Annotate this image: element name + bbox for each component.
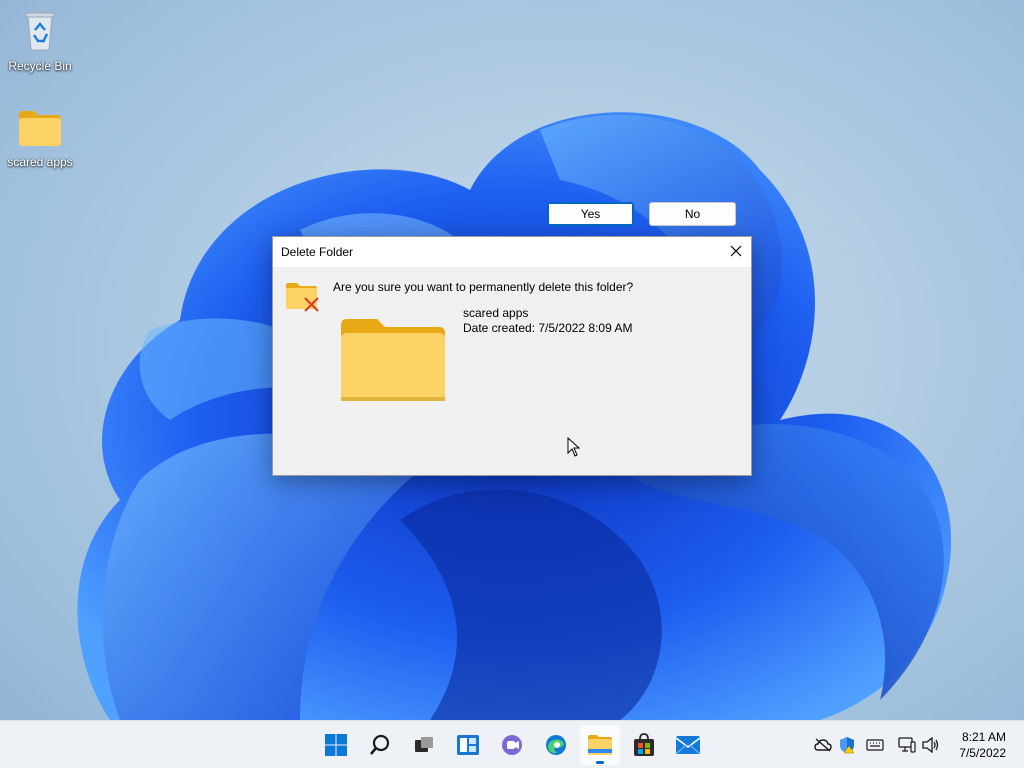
edge-button[interactable] (536, 725, 576, 765)
no-button[interactable]: No (649, 202, 736, 226)
delete-folder-icon (285, 281, 321, 316)
recycle-bin-icon (2, 8, 78, 55)
clock-date: 7/5/2022 (959, 746, 1006, 760)
folder-name: scared apps (463, 306, 529, 320)
desktop-icon-label: Recycle Bin (8, 59, 72, 73)
store-button[interactable] (624, 725, 664, 765)
folder-preview-icon (339, 317, 447, 406)
mail-icon (675, 736, 701, 755)
yes-button[interactable]: Yes (547, 202, 634, 226)
defender-icon[interactable] (837, 735, 857, 755)
close-icon (730, 245, 742, 257)
folder-icon (2, 108, 78, 151)
dialog-titlebar[interactable]: Delete Folder (273, 237, 751, 267)
search-button[interactable] (360, 725, 400, 765)
delete-folder-dialog: Delete Folder Are you sure you want to p… (272, 236, 752, 476)
taskbar: 8:21 AM 7/5/2022 (0, 720, 1024, 768)
widgets-icon (457, 735, 479, 755)
edge-icon (546, 735, 566, 755)
dialog-title: Delete Folder (281, 245, 354, 259)
teams-chat-icon (502, 735, 522, 755)
chat-button[interactable] (492, 725, 532, 765)
start-button[interactable] (316, 725, 356, 765)
mouse-cursor-icon (567, 436, 581, 460)
clock-time: 8:21 AM (961, 730, 1006, 744)
keyboard-icon[interactable] (865, 735, 885, 755)
confirm-question: Are you sure you want to permanently del… (333, 280, 634, 294)
mail-button[interactable] (668, 725, 708, 765)
desktop-icon-recycle-bin[interactable]: Recycle Bin (2, 8, 78, 73)
windows-logo-icon (325, 734, 347, 756)
store-icon (634, 733, 654, 756)
network-icon[interactable] (897, 735, 917, 755)
widgets-button[interactable] (448, 725, 488, 765)
folder-date-created: Date created: 7/5/2022 8:09 AM (463, 321, 633, 335)
file-explorer-button[interactable] (580, 725, 620, 765)
onedrive-icon[interactable] (813, 735, 833, 755)
task-view-icon (415, 737, 433, 752)
desktop-icon-scared-apps[interactable]: scared apps (2, 108, 78, 169)
dialog-body: Are you sure you want to permanently del… (273, 267, 751, 476)
search-icon (370, 734, 390, 755)
task-view-button[interactable] (404, 725, 444, 765)
volume-icon[interactable] (921, 735, 941, 755)
active-app-indicator (596, 761, 604, 764)
folder-icon (588, 735, 612, 755)
system-clock[interactable]: 8:21 AM 7/5/2022 (959, 729, 1006, 761)
close-button[interactable] (721, 237, 751, 265)
desktop-icon-label: scared apps (7, 155, 73, 169)
